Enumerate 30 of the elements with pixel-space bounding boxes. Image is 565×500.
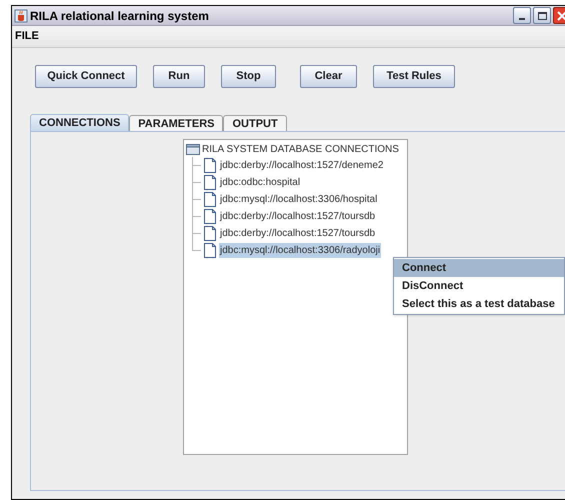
document-icon (204, 175, 216, 190)
context-menu-item[interactable]: DisConnect (394, 277, 564, 295)
menu-item[interactable]: FILE (14, 28, 40, 45)
tree-item[interactable]: jdbc:mysql://localhost:3306/radyoloji (219, 243, 382, 258)
folder-icon (186, 144, 200, 154)
document-icon (204, 192, 216, 207)
context-menu-item[interactable]: Connect (394, 259, 564, 277)
tree-item[interactable]: jdbc:mysql://localhost:3306/hospital (219, 192, 378, 207)
tree-root[interactable]: RILA SYSTEM DATABASE CONNECTIONS (202, 142, 399, 156)
maximize-button[interactable] (533, 7, 551, 24)
tree-item[interactable]: jdbc:derby://localhost:1527/toursdb (219, 226, 376, 241)
window-title: RILA relational learning system (30, 8, 209, 24)
document-icon (204, 209, 216, 224)
toolbar-button[interactable]: Run (153, 64, 205, 88)
tab[interactable]: PARAMETERS (129, 115, 224, 131)
tree-item[interactable]: jdbc:odbc:hospital (219, 175, 302, 190)
tab[interactable]: OUTPUT (223, 115, 287, 131)
toolbar-button[interactable]: Stop (221, 64, 276, 88)
cup-icon (14, 8, 28, 22)
minimize-button[interactable] (513, 7, 531, 24)
tab[interactable]: CONNECTIONS (30, 114, 130, 131)
context-menu-item[interactable]: Select this as a test database (394, 295, 564, 313)
toolbar-button[interactable]: Quick Connect (35, 64, 137, 88)
toolbar-button[interactable]: Test Rules (373, 64, 455, 88)
tree-item[interactable]: jdbc:derby://localhost:1527/deneme2 (219, 158, 384, 173)
document-icon (204, 158, 216, 173)
document-icon (204, 243, 216, 258)
toolbar-button[interactable]: Clear (300, 64, 357, 88)
tree-item[interactable]: jdbc:derby://localhost:1527/toursdb (219, 209, 376, 224)
document-icon (204, 226, 216, 241)
